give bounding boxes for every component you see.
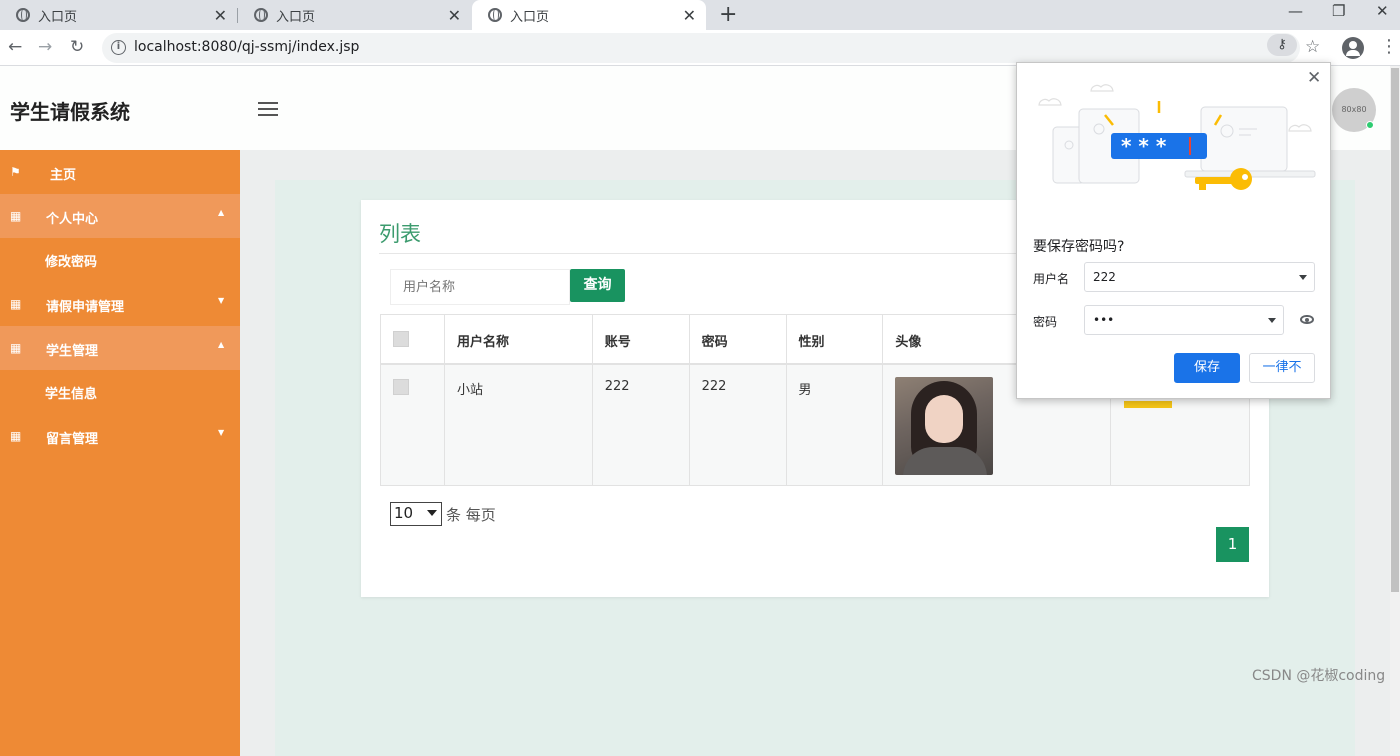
grid-icon: ▦ [10, 429, 22, 443]
forward-icon[interactable]: → [38, 37, 52, 57]
url-text: localhost:8080/qj-ssmj/index.jsp [134, 39, 360, 55]
per-page-label: 条 每页 [446, 506, 496, 524]
sidebar-subitem-change-password[interactable]: 修改密码 [45, 251, 97, 270]
sidebar-item-label: 个人中心 [46, 212, 99, 227]
page-title: 列表 [379, 222, 421, 246]
hamburger-menu-icon[interactable] [258, 102, 278, 116]
sidebar-item-home[interactable]: ⚑ 主页 [0, 150, 240, 194]
browser-toolbar: ← → ↻ i localhost:8080/qj-ssmj/index.jsp… [0, 30, 1400, 66]
globe-icon [16, 8, 30, 22]
window-close-icon[interactable]: ✕ [1376, 2, 1389, 20]
row-select-cell [380, 363, 445, 486]
tab-2[interactable]: 入口页 ✕ [238, 0, 471, 30]
sidebar-subitem-student-info[interactable]: 学生信息 [45, 383, 97, 402]
scrollbar-thumb[interactable] [1391, 68, 1399, 592]
chevron-down-icon [427, 510, 437, 516]
globe-icon [488, 8, 502, 22]
minimize-icon[interactable]: — [1288, 2, 1303, 20]
save-password-dialog: ✕ * * * 要保存密码吗? 用户名 222 密码 ••• 保存 一律不 [1016, 62, 1331, 399]
password-label: 密码 [1033, 315, 1058, 329]
sidebar-item-leave-requests[interactable]: ▦ 请假申请管理 ▼ [0, 282, 240, 326]
tab-close-icon[interactable]: ✕ [683, 6, 696, 25]
sidebar-item-label: 请假申请管理 [46, 300, 125, 315]
menu-kebab-icon[interactable]: ⋮ [1380, 36, 1398, 57]
back-icon[interactable]: ← [8, 37, 22, 57]
sidebar: ⚑ 主页 ▦ 个人中心 ▲ 修改密码 ▦ 请假申请管理 ▼ ▦ 学生管理 ▲ 学… [0, 150, 240, 756]
cell-account: 222 [591, 363, 690, 486]
sidebar-item-label: 学生管理 [46, 344, 99, 359]
search-button[interactable]: 查询 [570, 269, 625, 302]
bookmark-star-icon[interactable]: ☆ [1305, 37, 1320, 57]
globe-icon [254, 8, 268, 22]
tab-3-active[interactable]: 入口页 ✕ [472, 0, 706, 30]
site-info-icon[interactable]: i [111, 40, 126, 55]
flag-icon: ⚑ [10, 165, 21, 179]
sidebar-item-student-management[interactable]: ▦ 学生管理 ▲ [0, 326, 240, 370]
cell-username: 小站 [443, 363, 593, 486]
address-bar[interactable]: i localhost:8080/qj-ssmj/index.jsp [102, 33, 1300, 63]
profile-icon[interactable] [1342, 37, 1364, 59]
grid-icon: ▦ [10, 297, 22, 311]
column-header: 密码 [688, 314, 787, 365]
header-select-all[interactable] [380, 314, 445, 365]
tab-strip: 入口页 ✕ 入口页 ✕ 入口页 ✕ + — ❐ ✕ [0, 0, 1400, 30]
column-header: 用户名称 [443, 314, 593, 365]
password-select[interactable]: ••• [1084, 305, 1284, 335]
avatar-photo [895, 376, 994, 475]
grid-icon: ▦ [10, 209, 22, 223]
username-select[interactable]: 222 [1084, 262, 1315, 292]
online-status-dot [1366, 121, 1374, 129]
tab-1[interactable]: 入口页 ✕ [0, 0, 237, 30]
sidebar-item-label: 主页 [50, 168, 77, 183]
sidebar-item-label: 留言管理 [46, 432, 99, 447]
chevron-down-icon: ▼ [218, 428, 225, 437]
reload-icon[interactable]: ↻ [70, 37, 84, 57]
watermark: CSDN @花椒coding [1252, 668, 1386, 684]
grid-icon: ▦ [10, 341, 22, 355]
tab-title: 入口页 [510, 9, 550, 25]
chevron-up-icon: ▲ [218, 340, 225, 349]
search-input[interactable] [390, 269, 570, 305]
pagination-page-1[interactable]: 1 [1216, 527, 1249, 562]
password-illustration: * * * [1038, 84, 1316, 190]
page-size-value: 10 [394, 504, 414, 522]
save-button[interactable]: 保存 [1174, 353, 1240, 383]
column-header: 性别 [785, 314, 884, 365]
username-label: 用户名 [1033, 272, 1070, 286]
sidebar-item-messages[interactable]: ▦ 留言管理 ▼ [0, 414, 240, 458]
cell-gender: 男 [785, 363, 884, 486]
tab-title: 入口页 [276, 9, 316, 25]
cell-password: 222 [688, 363, 787, 486]
chevron-down-icon [1268, 318, 1276, 323]
svg-text:* * *: * * * [1121, 134, 1167, 158]
never-button[interactable]: 一律不 [1249, 353, 1315, 383]
restore-icon[interactable]: ❐ [1332, 2, 1345, 20]
action-button-partial[interactable] [1124, 401, 1172, 408]
username-value: 222 [1093, 270, 1116, 284]
chevron-up-icon: ▲ [218, 208, 225, 217]
show-password-eye-icon[interactable] [1300, 315, 1314, 324]
chevron-down-icon [1299, 275, 1307, 280]
sidebar-item-personal-center[interactable]: ▦ 个人中心 ▲ [0, 194, 240, 238]
row-checkbox[interactable] [393, 378, 409, 395]
select-all-checkbox[interactable] [393, 331, 409, 347]
dialog-title: 要保存密码吗? [1033, 239, 1125, 255]
tab-title: 入口页 [38, 9, 78, 25]
password-value: ••• [1093, 313, 1115, 327]
new-tab-icon[interactable]: + [719, 2, 737, 27]
page-size-select[interactable]: 10 [390, 502, 442, 526]
password-key-icon[interactable]: ⚷ [1267, 34, 1297, 56]
chevron-down-icon: ▼ [218, 296, 225, 305]
app-brand: 学生请假系统 [10, 100, 130, 124]
tab-close-icon[interactable]: ✕ [214, 6, 227, 25]
tab-close-icon[interactable]: ✕ [448, 6, 461, 25]
column-header: 账号 [591, 314, 690, 365]
